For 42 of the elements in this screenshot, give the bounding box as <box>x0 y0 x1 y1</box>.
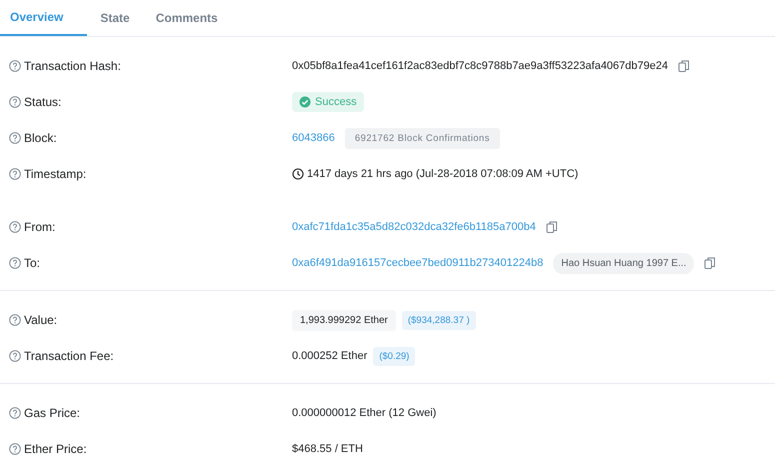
name-tag: Hao Hsuan Huang 1997 E... <box>553 252 694 274</box>
value-link[interactable]: 0xa6f491da916157cecbee7bed0911b273401224b8 <box>292 257 544 269</box>
value-link[interactable]: 6043866 <box>292 132 335 144</box>
value-text: 0.000000012 Ether (12 Gwei) <box>292 407 436 419</box>
status-badge: Success <box>292 92 364 112</box>
copy-icon[interactable] <box>704 257 716 269</box>
value-text: $468.55 / ETH <box>292 443 363 455</box>
help-icon[interactable] <box>9 132 21 144</box>
help-icon[interactable] <box>9 221 21 233</box>
help-icon[interactable] <box>9 350 21 362</box>
value-text: 0.000252 Ether <box>292 350 368 362</box>
help-icon[interactable] <box>9 168 21 180</box>
value-text: 1417 days 21 hrs ago (Jul-28-2018 07:08:09 AM +UTC) <box>307 168 578 180</box>
confirmations-badge: 6921762 Block Confirmations <box>344 128 500 148</box>
help-icon[interactable] <box>9 314 21 326</box>
field-label: Value: <box>24 313 58 327</box>
help-icon[interactable] <box>9 443 21 455</box>
help-icon[interactable] <box>9 407 21 419</box>
field-label: From: <box>24 220 56 234</box>
field-label: Ether Price: <box>24 442 87 456</box>
tab[interactable]: Comments <box>142 0 231 36</box>
amount-badge: 1,993.999292 Ether <box>292 310 396 330</box>
clock-icon <box>292 168 304 180</box>
value-text: 0x05bf8a1fea41cef161f2ac83edbf7c8c9788b7ae9a3ff53223afa4067db79e24 <box>292 60 668 72</box>
tab[interactable]: State <box>87 0 143 36</box>
copy-icon[interactable] <box>678 60 690 72</box>
field-label: Block: <box>24 131 57 145</box>
check-circle-icon <box>299 96 311 108</box>
field-label: Transaction Hash: <box>24 59 121 73</box>
field-label: Status: <box>24 95 62 109</box>
value-link[interactable]: 0xafc71fda1c35a5d82c032dca32fe6b1185a700b4 <box>292 221 536 233</box>
usd-badge: ($934,288.37 ) <box>402 310 476 330</box>
copy-icon[interactable] <box>546 221 558 233</box>
field-label: Transaction Fee: <box>24 349 114 363</box>
help-icon[interactable] <box>9 96 21 108</box>
usd-badge: ($0.29) <box>373 346 416 366</box>
field-label: To: <box>24 256 40 270</box>
field-label: Timestamp: <box>24 167 86 181</box>
field-label: Gas Price: <box>24 406 80 420</box>
help-icon[interactable] <box>9 60 21 72</box>
help-icon[interactable] <box>9 257 21 269</box>
tab[interactable]: Overview <box>0 0 88 36</box>
